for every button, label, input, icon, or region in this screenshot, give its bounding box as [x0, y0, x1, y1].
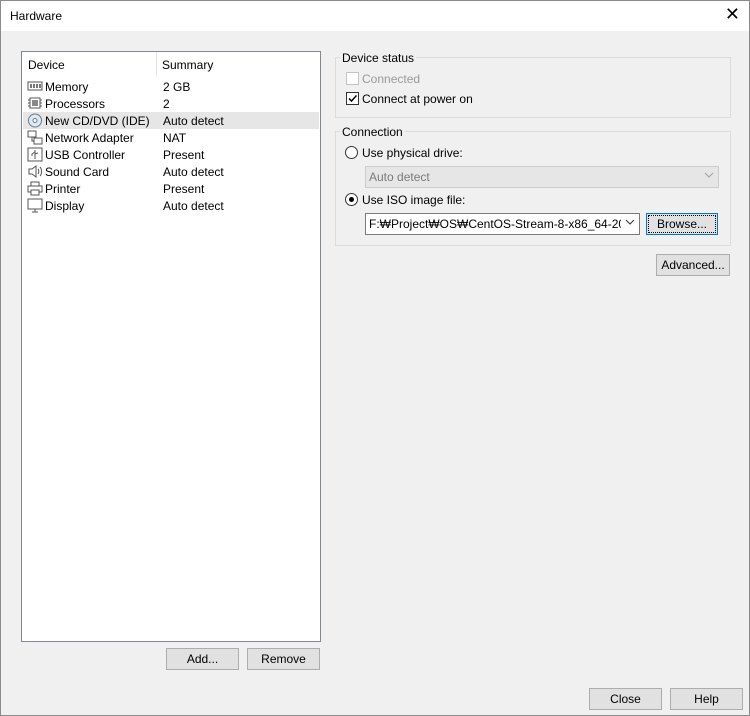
device-name: Network Adapter — [45, 131, 134, 145]
device-row-network-adapter[interactable]: Network Adapter NAT — [23, 129, 319, 146]
device-summary: NAT — [163, 131, 187, 145]
close-button[interactable]: Close — [589, 688, 662, 710]
connect-at-power-on-label: Connect at power on — [362, 92, 473, 106]
list-header: Device Summary — [22, 52, 320, 76]
advanced-button[interactable]: Advanced... — [656, 254, 730, 276]
remove-button[interactable]: Remove — [247, 648, 320, 670]
use-physical-drive-label: Use physical drive: — [362, 146, 463, 160]
device-name: Printer — [45, 182, 81, 196]
iso-image-path-value: F:₩Project₩OS₩CentOS-Stream-8-x86_64-202… — [369, 217, 621, 231]
device-list[interactable]: Device Summary Memory 2 GB Processors 2 — [21, 51, 321, 642]
device-summary: 2 GB — [163, 80, 191, 94]
browse-focus-outline: Browse... — [648, 215, 716, 233]
device-summary: Auto detect — [163, 165, 224, 179]
add-button[interactable]: Add... — [166, 648, 239, 670]
close-button-label: Close — [610, 692, 641, 706]
device-status-title: Device status — [340, 51, 417, 65]
device-summary: Auto detect — [163, 199, 224, 213]
connected-checkbox[interactable] — [346, 72, 359, 85]
device-row-sound-card[interactable]: Sound Card Auto detect — [23, 163, 319, 180]
device-status-group: Device status Connected Connect at power… — [335, 51, 731, 118]
usb-controller-icon — [27, 147, 43, 162]
use-iso-image-label: Use ISO image file: — [362, 193, 466, 207]
hardware-dialog: Hardware ✕ Device Summary Memory 2 GB Pr — [0, 0, 750, 716]
advanced-button-label: Advanced... — [661, 258, 725, 272]
network-adapter-icon — [27, 130, 43, 145]
browse-button[interactable]: Browse... — [646, 213, 718, 235]
browse-button-label: Browse... — [656, 217, 707, 231]
radio-selected-dot — [349, 197, 354, 202]
use-physical-drive-radio[interactable] — [345, 146, 358, 159]
connect-at-power-on-checkbox[interactable] — [346, 92, 359, 105]
physical-drive-select[interactable]: Auto detect — [365, 166, 719, 188]
cd-dvd-icon — [28, 113, 42, 128]
device-summary: Auto detect — [163, 114, 224, 128]
device-name: Processors — [45, 97, 106, 111]
iso-image-path-combo[interactable]: F:₩Project₩OS₩CentOS-Stream-8-x86_64-202… — [365, 213, 640, 235]
device-row-display[interactable]: Display Auto detect — [23, 197, 319, 214]
help-button[interactable]: Help — [670, 688, 743, 710]
processor-icon — [28, 97, 42, 109]
column-separator[interactable] — [156, 52, 157, 76]
device-row-printer[interactable]: Printer Present — [23, 180, 319, 197]
chevron-down-icon[interactable] — [625, 217, 635, 227]
remove-button-label: Remove — [261, 652, 306, 666]
device-name: USB Controller — [45, 148, 126, 162]
checkmark-icon — [348, 94, 358, 103]
column-header-device[interactable]: Device — [28, 58, 65, 72]
device-name: New CD/DVD (IDE) — [45, 114, 150, 128]
device-name: Memory — [45, 80, 89, 94]
device-name: Display — [45, 199, 85, 213]
connection-group: Connection Use physical drive: Auto dete… — [335, 125, 731, 246]
close-window-icon[interactable]: ✕ — [725, 5, 740, 23]
help-button-label: Help — [694, 692, 719, 706]
connection-title: Connection — [340, 125, 405, 139]
device-row-cd-dvd[interactable]: New CD/DVD (IDE) Auto detect — [23, 112, 319, 129]
display-icon — [27, 198, 43, 213]
chevron-down-icon — [704, 172, 714, 178]
memory-icon — [27, 81, 43, 91]
printer-icon — [27, 181, 43, 196]
device-row-memory[interactable]: Memory 2 GB — [23, 78, 319, 95]
add-button-label: Add... — [186, 652, 219, 666]
device-summary: Present — [163, 182, 205, 196]
device-summary: Present — [163, 148, 205, 162]
column-header-summary[interactable]: Summary — [162, 58, 213, 72]
sound-card-icon — [28, 165, 42, 178]
window-title: Hardware — [10, 9, 63, 23]
title-bar: Hardware ✕ — [1, 1, 749, 31]
device-summary: 2 — [163, 97, 170, 111]
device-row-processors[interactable]: Processors 2 — [23, 95, 319, 112]
physical-drive-value: Auto detect — [369, 170, 430, 184]
device-name: Sound Card — [45, 165, 110, 179]
use-iso-image-radio[interactable] — [345, 193, 358, 206]
device-row-usb-controller[interactable]: USB Controller Present — [23, 146, 319, 163]
connected-label: Connected — [362, 72, 421, 86]
